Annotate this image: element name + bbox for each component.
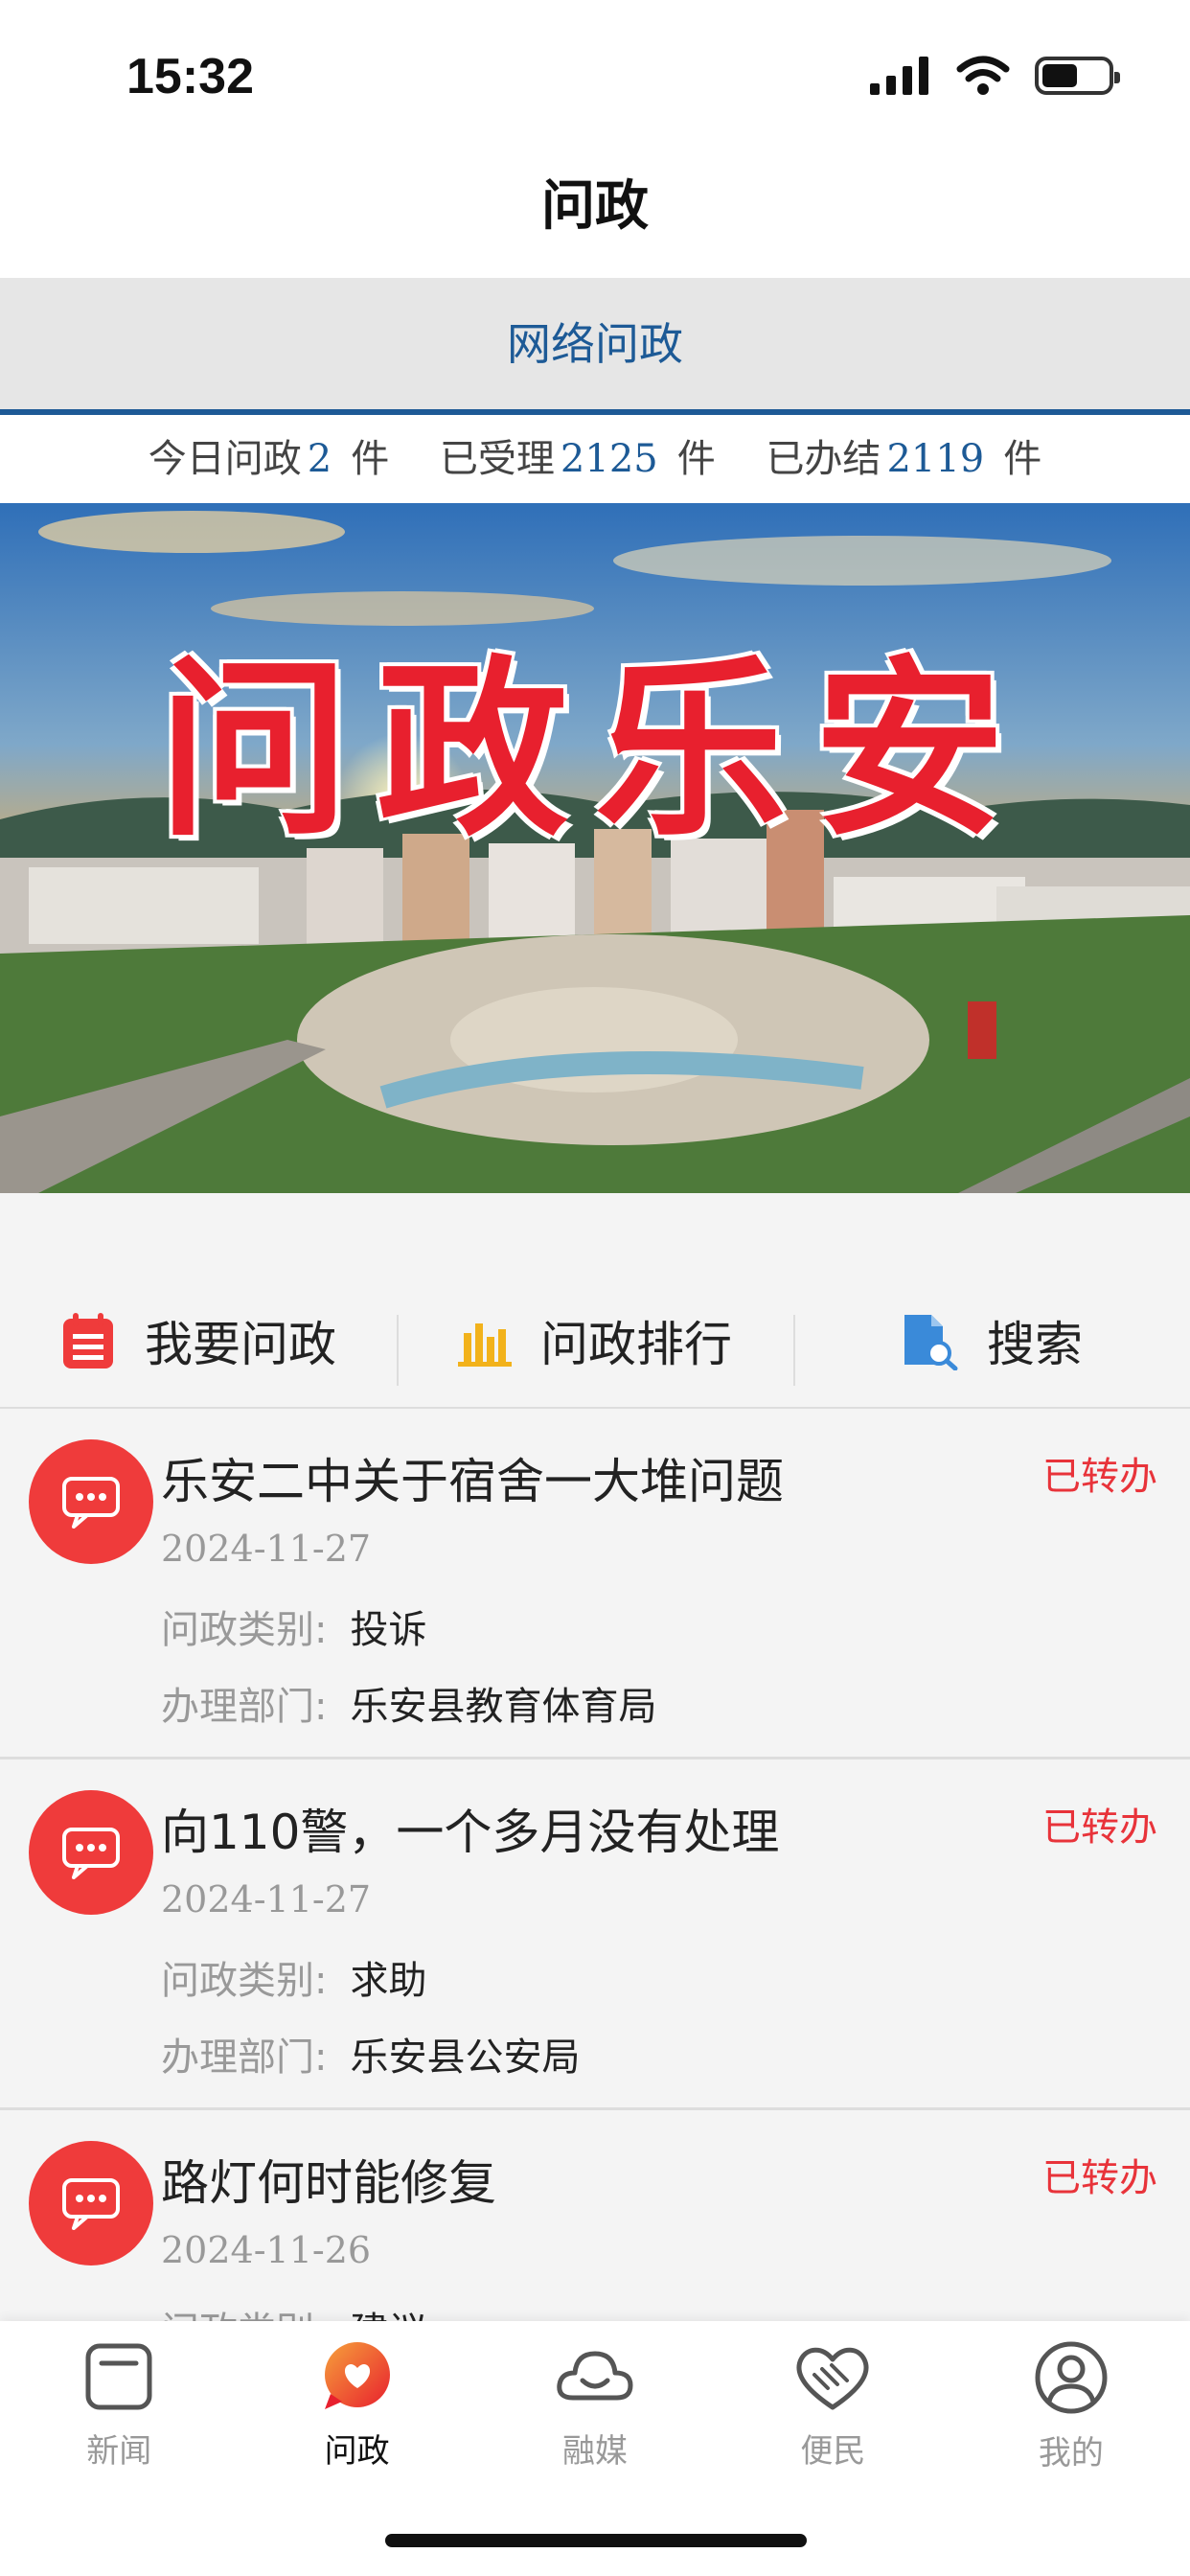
signal-icon bbox=[870, 57, 928, 95]
page-title: 问政 bbox=[0, 144, 1190, 278]
action-bar: 我要问政 问政排行 搜索 bbox=[0, 1275, 1190, 1409]
item-department: 办理部门: 乐安县教育体育局 bbox=[161, 1675, 656, 1731]
inquiry-ranking-label: 问政排行 bbox=[540, 1317, 732, 1372]
done-unit: 件 bbox=[1003, 437, 1042, 481]
search-button[interactable]: 搜索 bbox=[793, 1275, 1190, 1407]
item-title: 向110警，一个多月没有处理 bbox=[161, 1805, 780, 1860]
department-label: 办理部门: bbox=[161, 2036, 328, 2080]
item-date: 2024-11-27 bbox=[161, 1528, 372, 1570]
chat-bubble-icon bbox=[29, 2141, 153, 2266]
status-bar: 15:32 bbox=[0, 0, 1190, 144]
item-date: 2024-11-27 bbox=[161, 1878, 372, 1920]
item-date: 2024-11-26 bbox=[161, 2229, 372, 2271]
ask-inquiry-label: 我要问政 bbox=[145, 1317, 336, 1372]
spacer bbox=[0, 1193, 1190, 1275]
list-item[interactable]: 乐安二中关于宿舍一大堆问题 已转办 2024-11-27 问政类别: 投诉 办理部… bbox=[0, 1409, 1190, 1760]
tab-news-label: 新闻 bbox=[86, 2432, 152, 2471]
cloud-smile-icon bbox=[557, 2351, 633, 2401]
file-search-icon bbox=[904, 1315, 958, 1370]
banner-title: 问政乐安 bbox=[157, 637, 1032, 862]
banner[interactable]: 问政乐安 bbox=[0, 503, 1190, 1193]
category-value: 求助 bbox=[350, 1959, 427, 2003]
handshake-heart-icon bbox=[796, 2347, 869, 2410]
home-indicator bbox=[385, 2534, 807, 2547]
item-category: 问政类别: 投诉 bbox=[161, 1598, 426, 1654]
item-department: 办理部门: 乐安县公安局 bbox=[161, 2026, 580, 2082]
bar-chart-icon bbox=[458, 1323, 512, 1367]
tab-service-label: 便民 bbox=[800, 2432, 866, 2471]
accepted-label: 已受理 bbox=[439, 437, 555, 481]
category-value: 投诉 bbox=[350, 1608, 427, 1652]
done-label: 已办结 bbox=[766, 437, 881, 481]
category-label: 问政类别: bbox=[161, 1959, 328, 2003]
user-icon bbox=[1035, 2341, 1108, 2414]
list-item[interactable]: 向110警，一个多月没有处理 已转办 2024-11-27 问政类别: 求助 办理… bbox=[0, 1760, 1190, 2110]
calendar-form-icon bbox=[63, 1313, 113, 1368]
tab-media-label: 融媒 bbox=[562, 2432, 629, 2471]
today-unit: 件 bbox=[351, 437, 390, 481]
today-count: 2 bbox=[307, 437, 332, 481]
item-category: 问政类别: 求助 bbox=[161, 1949, 426, 2005]
status-badge: 已转办 bbox=[1042, 1806, 1157, 1850]
chat-bubble-icon bbox=[29, 1439, 153, 1564]
search-label: 搜索 bbox=[987, 1317, 1083, 1372]
wifi-icon bbox=[956, 56, 1010, 95]
today-label: 今日问政 bbox=[148, 437, 302, 481]
chat-bubble-icon bbox=[29, 1790, 153, 1915]
tab-network-inquiry[interactable]: 网络问政 bbox=[0, 278, 1190, 410]
accepted-unit: 件 bbox=[676, 437, 716, 481]
item-title: 乐安二中关于宿舍一大堆问题 bbox=[161, 1454, 784, 1509]
tab-profile-label: 我的 bbox=[1038, 2434, 1104, 2472]
inquiry-list: 乐安二中关于宿舍一大堆问题 已转办 2024-11-27 问政类别: 投诉 办理部… bbox=[0, 1409, 1190, 2461]
tab-profile[interactable]: 我的 bbox=[952, 2321, 1190, 2576]
accepted-count: 2125 bbox=[560, 437, 658, 481]
battery-icon bbox=[1035, 57, 1120, 95]
subtab-bar: 网络问政 bbox=[0, 278, 1190, 415]
news-icon bbox=[85, 2343, 152, 2410]
category-label: 问政类别: bbox=[161, 1608, 328, 1652]
department-label: 办理部门: bbox=[161, 1685, 328, 1729]
status-badge: 已转办 bbox=[1042, 2156, 1157, 2200]
status-time: 15:32 bbox=[126, 49, 254, 104]
department-value: 乐安县公安局 bbox=[350, 2036, 581, 2080]
status-icons bbox=[870, 56, 1120, 96]
stats-summary: 今日问政 2 件 已受理 2125 件 已办结 2119 件 bbox=[0, 415, 1190, 503]
heart-chat-icon bbox=[324, 2342, 390, 2409]
tab-news[interactable]: 新闻 bbox=[0, 2321, 238, 2576]
status-badge: 已转办 bbox=[1042, 1455, 1157, 1499]
item-title: 路灯何时能修复 bbox=[161, 2155, 496, 2211]
department-value: 乐安县教育体育局 bbox=[350, 1685, 657, 1729]
tab-inquiry-label: 问政 bbox=[324, 2432, 390, 2471]
inquiry-ranking-button[interactable]: 问政排行 bbox=[397, 1275, 793, 1407]
ask-inquiry-button[interactable]: 我要问政 bbox=[0, 1275, 397, 1407]
done-count: 2119 bbox=[886, 437, 985, 481]
